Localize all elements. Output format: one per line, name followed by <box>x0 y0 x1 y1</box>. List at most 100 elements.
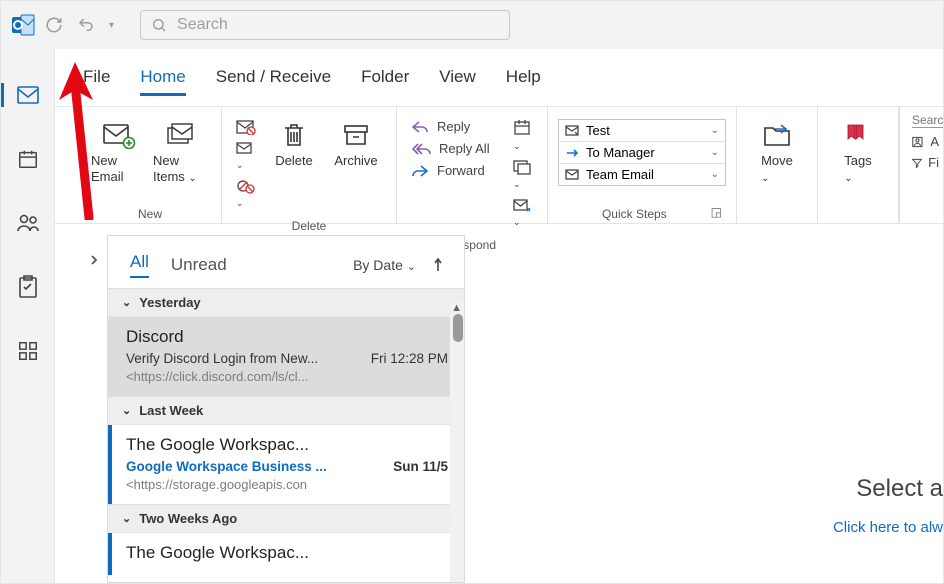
tab-help[interactable]: Help <box>506 67 541 96</box>
rail-calendar[interactable] <box>12 143 44 175</box>
group-yesterday[interactable]: ⌄Yesterday <box>108 288 464 316</box>
more-respond-icon[interactable]: ⌄ <box>513 197 533 228</box>
email-time: Fri 12:28 PM <box>371 351 448 366</box>
reply-button[interactable]: Reply <box>411 119 503 134</box>
email-from: The Google Workspac... <box>126 435 448 455</box>
reading-heading: Select a <box>833 475 943 503</box>
content-split: All Unread By Date ⌄ ⌄Yesterday Discord … <box>69 235 943 583</box>
message-list: All Unread By Date ⌄ ⌄Yesterday Discord … <box>107 235 465 583</box>
rail-tasks[interactable] <box>12 271 44 303</box>
rail-more[interactable] <box>12 335 44 367</box>
group-move: Move⌄ <box>737 107 818 223</box>
sort-direction-icon[interactable] <box>432 257 444 273</box>
tags-icon <box>844 117 872 153</box>
forward-button[interactable]: Forward <box>411 163 503 178</box>
meeting-icon[interactable]: ⌄ <box>513 119 533 152</box>
reading-link[interactable]: Click here to alw <box>833 519 943 536</box>
scroll-up-icon[interactable]: ▲ <box>451 302 462 314</box>
search-icon <box>151 17 167 33</box>
group-tags: Tags⌄ <box>818 107 899 223</box>
qs-test[interactable]: Test⌄ <box>559 120 725 142</box>
filter-bar: All Unread By Date ⌄ <box>108 236 464 288</box>
tab-file[interactable]: File <box>83 67 110 96</box>
email-subject: Verify Discord Login from New... <box>126 351 318 366</box>
email-time: Sun 11/5 <box>393 459 448 474</box>
archive-button[interactable]: Archive <box>326 113 386 173</box>
ribbon: New Email New Items ⌄ New ⌄ ⌄ Delet <box>55 106 943 224</box>
group-new: New Email New Items ⌄ New <box>79 107 222 223</box>
address-book-button[interactable]: A <box>912 134 939 149</box>
scrollbar-thumb[interactable] <box>453 314 463 342</box>
archive-icon <box>342 117 370 153</box>
new-email-button[interactable]: New Email <box>89 113 149 190</box>
filter-email-button[interactable]: Fi <box>912 155 939 170</box>
sync-icon[interactable] <box>45 16 63 34</box>
delete-small-buttons: ⌄ ⌄ <box>232 113 262 215</box>
scrollbar-track[interactable] <box>450 302 464 582</box>
tab-folder[interactable]: Folder <box>361 67 409 96</box>
email-item-1[interactable]: The Google Workspac... Google Workspace … <box>108 424 464 504</box>
new-email-icon <box>102 117 136 153</box>
email-item-0[interactable]: Discord Verify Discord Login from New...… <box>108 316 464 396</box>
left-rail <box>1 49 55 583</box>
move-icon <box>762 117 792 153</box>
group-delete: ⌄ ⌄ Delete Archive Delete <box>222 107 397 223</box>
dropdown-icon[interactable]: ▾ <box>109 20 114 31</box>
qs-to-manager[interactable]: To Manager⌄ <box>559 142 725 164</box>
find-search-row[interactable] <box>912 113 939 128</box>
group-new-label: New <box>89 203 211 223</box>
group-find: A Fi <box>899 107 943 223</box>
delete-button[interactable]: Delete <box>264 113 324 173</box>
email-subject: Google Workspace Business ... <box>126 459 327 474</box>
group-respond: Reply Reply All Forward ⌄ ⌄ ⌄ Respond <box>397 107 548 223</box>
email-from: Discord <box>126 327 448 347</box>
tags-button[interactable]: Tags⌄ <box>828 113 888 190</box>
nav-collapse-toggle[interactable] <box>69 235 107 285</box>
tab-view[interactable]: View <box>439 67 476 96</box>
ignore-icon[interactable] <box>236 119 258 135</box>
menu-tabs: File Home Send / Receive Folder View Hel… <box>55 49 943 106</box>
new-items-button[interactable]: New Items ⌄ <box>151 113 211 190</box>
chevron-down-icon: ⌄ <box>122 296 131 309</box>
email-item-2[interactable]: The Google Workspac... <box>108 532 464 575</box>
cleanup-icon[interactable]: ⌄ <box>236 142 258 171</box>
qs-team-email[interactable]: Team Email⌄ <box>559 164 725 185</box>
chevron-down-icon: ⌄ <box>122 512 131 525</box>
filter-all[interactable]: All <box>130 252 149 278</box>
email-preview: <https://click.discord.com/ls/cl... <box>126 369 448 384</box>
tab-home[interactable]: Home <box>140 67 185 96</box>
group-quick-steps: Test⌄ To Manager⌄ Team Email⌄ Quick Step… <box>548 107 737 223</box>
share-icon[interactable]: ⌄ <box>513 159 533 190</box>
quick-steps-list[interactable]: Test⌄ To Manager⌄ Team Email⌄ <box>558 119 726 186</box>
outlook-logo <box>9 11 37 39</box>
search-box[interactable]: Search <box>140 10 510 40</box>
group-lastweek[interactable]: ⌄Last Week <box>108 396 464 424</box>
delete-icon <box>281 117 307 153</box>
archive-label: Archive <box>334 153 377 169</box>
group-twoweeks[interactable]: ⌄Two Weeks Ago <box>108 504 464 532</box>
group-quicksteps-label: Quick Steps <box>558 203 711 223</box>
new-email-label: New Email <box>91 153 147 186</box>
quicksteps-launcher[interactable]: ◲ <box>711 205 726 221</box>
filter-unread[interactable]: Unread <box>171 255 227 275</box>
tags-label: Tags⌄ <box>844 153 871 186</box>
email-preview: <https://storage.googleapis.con <box>126 477 448 492</box>
delete-label: Delete <box>275 153 313 169</box>
main-area: File Home Send / Receive Folder View Hel… <box>55 49 943 583</box>
reading-pane: Select a Click here to alw <box>465 235 943 583</box>
move-button[interactable]: Move⌄ <box>747 113 807 190</box>
new-items-icon <box>165 117 197 153</box>
sort-by-date[interactable]: By Date ⌄ <box>353 257 416 273</box>
group-delete-label: Delete <box>232 215 386 235</box>
new-items-label: New Items ⌄ <box>153 153 209 186</box>
move-label: Move⌄ <box>761 153 793 186</box>
title-bar: ▾ Search <box>1 1 943 49</box>
find-search-input[interactable] <box>912 113 943 128</box>
reply-all-button[interactable]: Reply All <box>411 141 503 156</box>
tab-send-receive[interactable]: Send / Receive <box>216 67 331 96</box>
rail-people[interactable] <box>12 207 44 239</box>
rail-mail[interactable] <box>12 79 44 111</box>
undo-icon[interactable] <box>77 16 95 34</box>
email-from: The Google Workspac... <box>126 543 448 563</box>
junk-icon[interactable]: ⌄ <box>236 178 258 209</box>
